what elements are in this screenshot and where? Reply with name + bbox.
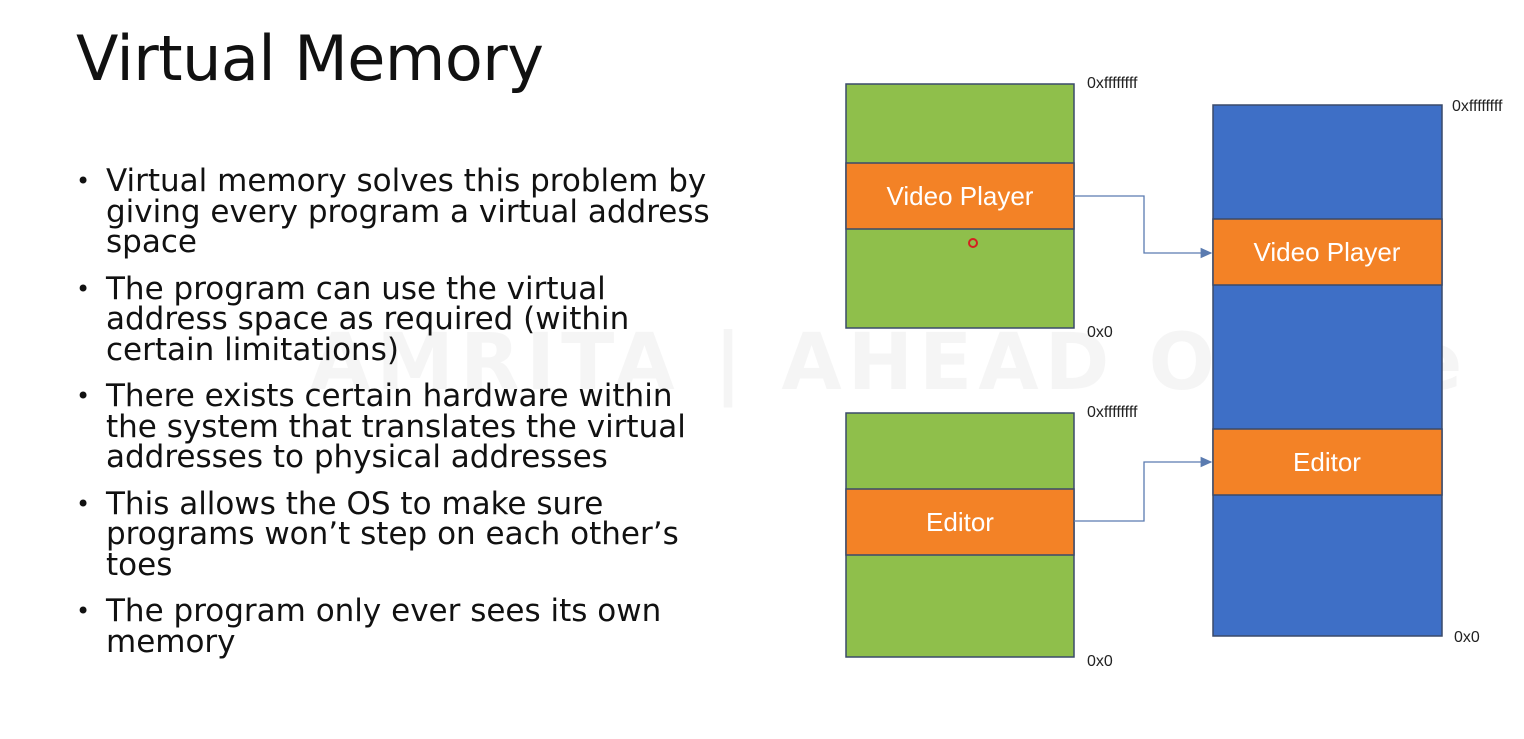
top-address-label: 0xffffffff xyxy=(1452,98,1503,115)
video-player-virtual-space: Video Player 0xffffffff 0x0 xyxy=(845,75,1138,341)
top-address-label: 0xffffffff xyxy=(1087,404,1138,421)
editor-mapping-arrow xyxy=(1074,456,1213,522)
bottom-address-label: 0x0 xyxy=(1454,629,1480,646)
editor-virtual-space: Editor 0xffffffff 0x0 xyxy=(845,404,1138,670)
top-address-label: 0xffffffff xyxy=(1087,75,1138,92)
video-player-block-label: Video Player xyxy=(887,181,1034,211)
physical-video-player-label: Video Player xyxy=(1254,237,1401,267)
physical-space-box xyxy=(1212,104,1443,637)
bottom-address-label: 0x0 xyxy=(1087,324,1113,341)
editor-block-label: Editor xyxy=(926,507,994,537)
bottom-address-label: 0x0 xyxy=(1087,653,1113,670)
physical-editor-label: Editor xyxy=(1293,447,1361,477)
video-player-mapping-arrow xyxy=(1074,195,1213,259)
memory-diagram: Video Player 0xffffffff 0x0 Editor 0xfff… xyxy=(845,75,1503,670)
physical-memory-space: Video Player Editor 0xffffffff 0x0 xyxy=(1212,98,1503,646)
